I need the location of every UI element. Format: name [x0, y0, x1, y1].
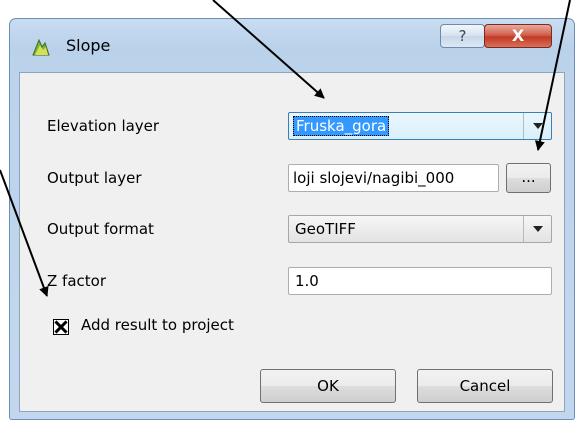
output-layer-label: Output layer [47, 169, 142, 187]
x-mark-icon [54, 320, 68, 334]
close-button[interactable]: X [484, 24, 552, 48]
ok-label: OK [317, 377, 339, 395]
add-result-checkbox[interactable] [53, 319, 69, 335]
z-factor-label: Z factor [47, 272, 106, 290]
output-layer-value: loji slojevi/nagibi_000 [293, 169, 455, 187]
chevron-down-icon[interactable] [523, 113, 551, 139]
window-title: Slope [66, 36, 111, 55]
ok-button[interactable]: OK [260, 369, 396, 403]
add-result-label[interactable]: Add result to project [81, 316, 234, 334]
elevation-layer-value: Fruska_gora [293, 116, 390, 136]
close-icon: X [511, 26, 525, 45]
cancel-button[interactable]: Cancel [417, 369, 553, 403]
output-layer-input[interactable]: loji slojevi/nagibi_000 [288, 164, 499, 192]
z-factor-value: 1.0 [295, 272, 319, 290]
z-factor-input[interactable]: 1.0 [288, 267, 552, 295]
browse-label: ... [521, 168, 536, 186]
output-format-value: GeoTIFF [295, 220, 356, 238]
output-format-label: Output format [47, 220, 154, 238]
help-icon: ? [458, 27, 467, 45]
slope-plugin-icon [30, 36, 52, 58]
dialog-window: Slope ? X Elevation layer Fruska_gora Ou… [9, 18, 575, 420]
elevation-layer-select[interactable]: Fruska_gora [288, 112, 552, 140]
browse-button[interactable]: ... [506, 163, 551, 193]
dialog-body: Elevation layer Fruska_gora Output layer… [19, 72, 565, 412]
elevation-layer-label: Elevation layer [47, 117, 160, 135]
chevron-down-icon[interactable] [523, 216, 551, 242]
title-bar[interactable]: Slope ? X [10, 19, 574, 75]
help-button[interactable]: ? [440, 24, 485, 48]
cancel-label: Cancel [459, 377, 511, 395]
output-format-select[interactable]: GeoTIFF [288, 215, 552, 243]
